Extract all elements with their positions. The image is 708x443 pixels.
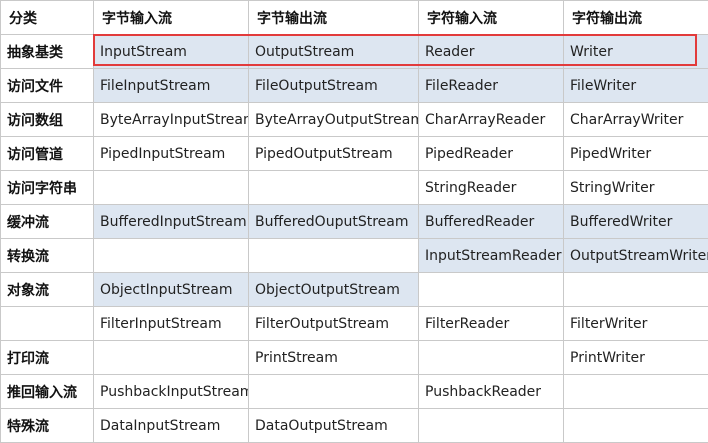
table-cell-char-out: OutputStreamWriter xyxy=(564,239,708,273)
row-category-label: 访问文件 xyxy=(1,69,94,103)
table-cell-char-out: FileWriter xyxy=(564,69,708,103)
table-cell-byte-out: FilterOutputStream xyxy=(249,307,419,341)
row-category-label: 转换流 xyxy=(1,239,94,273)
table-row: 访问字符串 StringReaderStringWriter xyxy=(1,171,708,205)
table-cell-char-out xyxy=(564,273,708,307)
table-cell-char-in xyxy=(419,341,564,375)
column-header-char-output: 字符输出流 xyxy=(564,1,708,35)
table-cell-char-out xyxy=(564,375,708,409)
row-category-label: 特殊流 xyxy=(1,409,94,443)
io-stream-table-view: 分类 字节输入流 字节输出流 字符输入流 字符输出流 抽象基类InputStre… xyxy=(0,0,708,437)
row-category-label: 对象流 xyxy=(1,273,94,307)
table-cell-byte-out: DataOutputStream xyxy=(249,409,419,443)
table-cell-char-in: StringReader xyxy=(419,171,564,205)
table-cell-byte-out: ByteArrayOutputStream xyxy=(249,103,419,137)
table-cell-char-out: FilterWriter xyxy=(564,307,708,341)
table-cell-char-out: PrintWriter xyxy=(564,341,708,375)
table-cell-char-in: FileReader xyxy=(419,69,564,103)
row-category-label xyxy=(1,307,94,341)
table-row: 打印流 PrintStream PrintWriter xyxy=(1,341,708,375)
row-category-label: 缓冲流 xyxy=(1,205,94,239)
table-cell-char-in: Reader xyxy=(419,35,564,69)
table-cell-byte-in: BufferedInputStream xyxy=(94,205,249,239)
table-cell-byte-out: BufferedOuputStream xyxy=(249,205,419,239)
table-cell-byte-out xyxy=(249,171,419,205)
column-header-category: 分类 xyxy=(1,1,94,35)
table-cell-byte-out xyxy=(249,239,419,273)
table-cell-char-in: InputStreamReader xyxy=(419,239,564,273)
table-row: 访问管道PipedInputStreamPipedOutputStreamPip… xyxy=(1,137,708,171)
table-cell-byte-out: PipedOutputStream xyxy=(249,137,419,171)
table-row: 转换流 InputStreamReaderOutputStreamWriter xyxy=(1,239,708,273)
io-stream-table: 分类 字节输入流 字节输出流 字符输入流 字符输出流 抽象基类InputStre… xyxy=(0,0,708,443)
row-category-label: 访问字符串 xyxy=(1,171,94,205)
table-row: FilterInputStreamFilterOutputStreamFilte… xyxy=(1,307,708,341)
table-cell-byte-in: ObjectInputStream xyxy=(94,273,249,307)
table-row: 对象流ObjectInputStreamObjectOutputStream xyxy=(1,273,708,307)
table-cell-byte-in: FilterInputStream xyxy=(94,307,249,341)
table-row: 抽象基类InputStreamOutputStreamReaderWriter xyxy=(1,35,708,69)
table-cell-byte-in: PipedInputStream xyxy=(94,137,249,171)
table-cell-char-in: FilterReader xyxy=(419,307,564,341)
table-cell-byte-out: OutputStream xyxy=(249,35,419,69)
row-category-label: 访问数组 xyxy=(1,103,94,137)
table-cell-char-in: PushbackReader xyxy=(419,375,564,409)
table-cell-byte-in xyxy=(94,239,249,273)
row-category-label: 抽象基类 xyxy=(1,35,94,69)
table-row: 特殊流DataInputStreamDataOutputStream xyxy=(1,409,708,443)
table-cell-char-out: PipedWriter xyxy=(564,137,708,171)
table-cell-byte-out xyxy=(249,375,419,409)
table-row: 访问数组ByteArrayInputStreamByteArrayOutputS… xyxy=(1,103,708,137)
row-category-label: 访问管道 xyxy=(1,137,94,171)
table-cell-char-in xyxy=(419,273,564,307)
table-cell-byte-in xyxy=(94,171,249,205)
column-header-byte-output: 字节输出流 xyxy=(249,1,419,35)
table-cell-char-out xyxy=(564,409,708,443)
table-cell-char-in: BufferedReader xyxy=(419,205,564,239)
table-cell-byte-in: FileInputStream xyxy=(94,69,249,103)
table-cell-char-in: PipedReader xyxy=(419,137,564,171)
table-row: 推回输入流PushbackInputStream PushbackReader xyxy=(1,375,708,409)
table-cell-byte-out: ObjectOutputStream xyxy=(249,273,419,307)
table-cell-byte-in: ByteArrayInputStream xyxy=(94,103,249,137)
table-cell-byte-in: DataInputStream xyxy=(94,409,249,443)
row-category-label: 推回输入流 xyxy=(1,375,94,409)
column-header-byte-input: 字节输入流 xyxy=(94,1,249,35)
table-cell-byte-in: PushbackInputStream xyxy=(94,375,249,409)
table-cell-byte-out: FileOutputStream xyxy=(249,69,419,103)
table-cell-byte-in xyxy=(94,341,249,375)
table-cell-char-in: CharArrayReader xyxy=(419,103,564,137)
table-body: 分类 字节输入流 字节输出流 字符输入流 字符输出流 抽象基类InputStre… xyxy=(1,1,708,443)
column-header-char-input: 字符输入流 xyxy=(419,1,564,35)
row-category-label: 打印流 xyxy=(1,341,94,375)
table-row: 访问文件FileInputStreamFileOutputStreamFileR… xyxy=(1,69,708,103)
table-cell-char-out: Writer xyxy=(564,35,708,69)
table-cell-char-out: StringWriter xyxy=(564,171,708,205)
table-cell-char-in xyxy=(419,409,564,443)
table-cell-byte-in: InputStream xyxy=(94,35,249,69)
table-cell-byte-out: PrintStream xyxy=(249,341,419,375)
table-row: 缓冲流BufferedInputStreamBufferedOuputStrea… xyxy=(1,205,708,239)
table-cell-char-out: BufferedWriter xyxy=(564,205,708,239)
table-cell-char-out: CharArrayWriter xyxy=(564,103,708,137)
header-row: 分类 字节输入流 字节输出流 字符输入流 字符输出流 xyxy=(1,1,708,35)
